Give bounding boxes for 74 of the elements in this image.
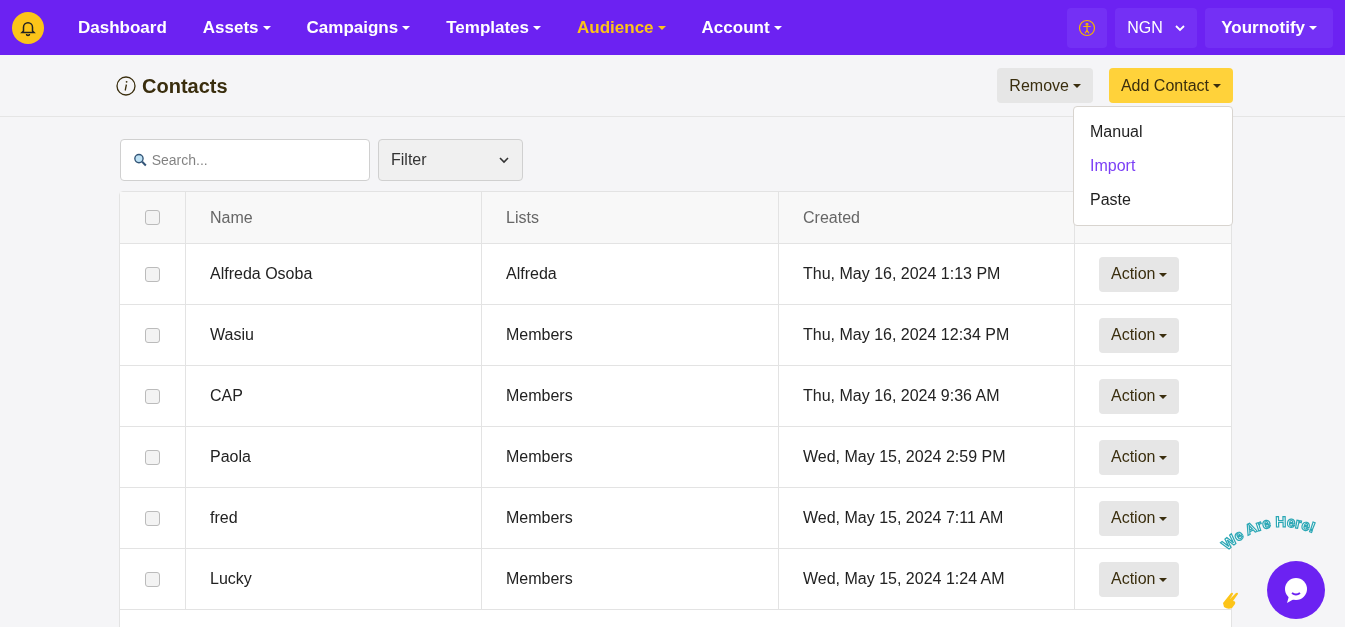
chat-bubble-icon <box>1284 577 1308 603</box>
search-field[interactable]: Search... <box>120 139 370 181</box>
search-input[interactable]: Search... <box>151 149 357 171</box>
action-button[interactable]: Action <box>1099 378 1180 414</box>
nav-link[interactable]: Account <box>701 14 782 41</box>
table-cell-text: Members <box>506 447 573 467</box>
column-header: Created <box>803 207 860 228</box>
caret-icon <box>1159 516 1168 521</box>
caret-icon <box>1159 455 1168 460</box>
chevron-down-icon <box>1175 22 1186 33</box>
table-cell-text: Lucky <box>210 569 252 589</box>
row-checkbox[interactable] <box>145 388 160 404</box>
table-cell-text: Members <box>506 386 573 406</box>
remove-button[interactable]: Remove <box>997 68 1093 103</box>
table-cell-text: Members <box>506 325 573 345</box>
table-cell-text: Members <box>506 508 573 528</box>
column-header: Name <box>210 207 253 228</box>
caret-icon <box>1159 272 1168 277</box>
caret-icon <box>1072 84 1081 89</box>
caret-icon <box>402 26 411 31</box>
caret-icon <box>1213 84 1221 89</box>
table-cell-text: Members <box>506 569 573 589</box>
table-cell-text: Thu, May 16, 2024 12:34 PM <box>803 325 1010 345</box>
table-cell-text: Wed, May 15, 2024 7:11 AM <box>803 508 1004 528</box>
action-button[interactable]: Action <box>1099 439 1180 475</box>
bell-logo-icon[interactable] <box>12 11 44 44</box>
chevron-down-icon <box>498 154 510 166</box>
table-cell-text: CAP <box>210 386 243 406</box>
action-button[interactable]: Action <box>1099 561 1180 597</box>
info-icon <box>116 75 136 96</box>
add-contact-button[interactable]: Add Contact <box>1108 68 1233 103</box>
table-cell-text: Paola <box>210 447 251 467</box>
table-cell-text: Wed, May 15, 2024 2:59 PM <box>803 447 1006 467</box>
row-checkbox[interactable] <box>145 571 160 587</box>
table-cell-text: Thu, May 16, 2024 9:36 AM <box>803 386 1000 406</box>
row-checkbox[interactable] <box>145 449 160 465</box>
table-cell-text: Thu, May 16, 2024 1:13 PM <box>803 264 1001 284</box>
row-checkbox[interactable] <box>145 266 160 282</box>
row-checkbox[interactable] <box>145 510 160 526</box>
nav-link[interactable]: Assets <box>202 14 271 41</box>
accessibility-icon[interactable] <box>1067 7 1108 48</box>
curved-label: We Are Here! <box>1219 513 1335 553</box>
row-checkbox[interactable] <box>145 327 160 343</box>
select-all-checkbox[interactable] <box>145 210 160 225</box>
caret-icon <box>1309 26 1317 31</box>
nav-link[interactable]: Campaigns <box>306 14 411 41</box>
caret-icon <box>1159 577 1168 582</box>
caret-icon <box>773 26 782 31</box>
menu-item[interactable]: Paste <box>1074 183 1232 217</box>
table-cell-text: fred <box>210 508 238 528</box>
filter-select[interactable]: Filter <box>378 139 523 181</box>
action-button[interactable]: Action <box>1099 317 1180 353</box>
nav-link[interactable]: Audience <box>577 14 666 41</box>
table-cell-text: Alfreda <box>506 264 557 284</box>
nav-link[interactable]: Dashboard <box>78 14 167 41</box>
table-cell-text: Wed, May 15, 2024 1:24 AM <box>803 569 1005 589</box>
table-cell-text: Wasiu <box>210 325 254 345</box>
page-title: Contacts <box>142 73 228 99</box>
menu-item[interactable]: Manual <box>1074 115 1232 149</box>
currency-select[interactable]: NGN <box>1115 7 1198 48</box>
chat-button[interactable] <box>1267 561 1325 619</box>
user-menu-button[interactable]: Yournotify <box>1205 7 1333 48</box>
nav-link[interactable]: Templates <box>446 14 542 41</box>
action-button[interactable]: Action <box>1099 256 1180 292</box>
caret-icon <box>262 26 271 31</box>
caret-icon <box>1159 394 1168 399</box>
caret-icon <box>657 26 666 31</box>
search-icon <box>133 152 148 168</box>
table-cell-text: Alfreda Osoba <box>210 264 313 284</box>
menu-item[interactable]: Import <box>1074 149 1232 183</box>
caret-icon <box>1159 333 1168 338</box>
caret-icon <box>533 26 542 31</box>
action-button[interactable]: Action <box>1099 500 1180 536</box>
column-header: Lists <box>506 207 539 228</box>
